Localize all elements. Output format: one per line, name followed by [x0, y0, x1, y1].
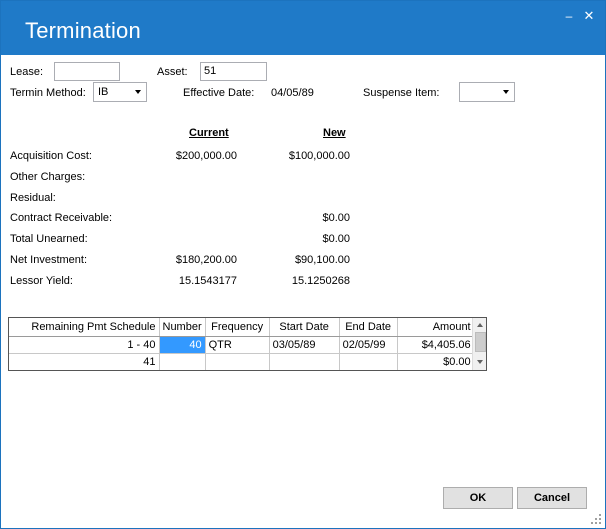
amount-cell[interactable]: $4,405.06	[397, 336, 475, 354]
chevron-down-icon	[135, 90, 141, 94]
number-cell[interactable]: 40	[159, 336, 206, 354]
start-date-cell[interactable]	[269, 353, 340, 370]
column-header-schedule[interactable]: Remaining Pmt Schedule	[9, 318, 160, 337]
payment-schedule-grid[interactable]: Remaining Pmt Schedule Number Frequency …	[8, 317, 487, 371]
number-cell[interactable]	[159, 353, 206, 370]
amount-cell[interactable]: $0.00	[397, 353, 475, 370]
termin-method-value: IB	[98, 86, 109, 98]
termin-method-label: Termin Method:	[10, 87, 86, 99]
effective-date-value: 04/05/89	[271, 87, 314, 99]
lessor-yield-new: 15.1250268	[291, 275, 350, 287]
scroll-up-icon[interactable]	[477, 323, 483, 327]
asset-input[interactable]: 51	[200, 62, 267, 81]
cancel-button[interactable]: Cancel	[517, 487, 587, 509]
acquisition-cost-new: $100,000.00	[288, 150, 350, 162]
column-header-number[interactable]: Number	[159, 318, 206, 337]
net-investment-new: $90,100.00	[294, 254, 350, 266]
frequency-cell[interactable]: QTR	[205, 336, 270, 354]
lessor-yield-current: 15.1543177	[178, 275, 237, 287]
table-row[interactable]: 41 $0.00	[9, 353, 475, 370]
start-date-cell[interactable]: 03/05/89	[269, 336, 340, 354]
suspense-item-label: Suspense Item:	[363, 87, 440, 99]
frequency-cell[interactable]	[205, 353, 270, 370]
effective-date-label: Effective Date:	[183, 87, 255, 99]
table-header-row: Remaining Pmt Schedule Number Frequency …	[9, 318, 475, 337]
end-date-cell[interactable]: 02/05/99	[339, 336, 398, 354]
other-charges-label: Other Charges:	[10, 171, 86, 183]
termination-window: Termination – ✕ Lease: Asset: 51 Termin …	[0, 0, 606, 529]
minimize-icon[interactable]: –	[560, 7, 578, 25]
column-header-end-date[interactable]: End Date	[339, 318, 398, 337]
scroll-thumb[interactable]	[475, 332, 486, 352]
net-investment-label: Net Investment:	[10, 254, 88, 266]
end-date-cell[interactable]	[339, 353, 398, 370]
column-header-frequency[interactable]: Frequency	[205, 318, 270, 337]
resize-grip-icon[interactable]	[591, 514, 603, 526]
lessor-yield-label: Lessor Yield:	[10, 275, 73, 287]
column-header-amount[interactable]: Amount	[397, 318, 475, 337]
suspense-item-select[interactable]	[459, 82, 515, 102]
contract-receivable-label: Contract Receivable:	[10, 212, 113, 224]
new-column-header: New	[323, 127, 346, 139]
close-icon[interactable]: ✕	[580, 7, 598, 25]
residual-label: Residual:	[10, 192, 56, 204]
lease-input[interactable]	[54, 62, 120, 81]
acquisition-cost-label: Acquisition Cost:	[10, 150, 92, 162]
window-title: Termination	[25, 18, 141, 43]
current-column-header: Current	[189, 127, 229, 139]
net-investment-current: $180,200.00	[175, 254, 237, 266]
grid-scrollbar[interactable]	[472, 318, 486, 370]
schedule-cell[interactable]: 41	[9, 353, 160, 370]
asset-label: Asset:	[157, 66, 188, 78]
title-bar: Termination – ✕	[1, 1, 605, 55]
schedule-cell[interactable]: 1 - 40	[9, 336, 160, 354]
ok-button[interactable]: OK	[443, 487, 513, 509]
column-header-start-date[interactable]: Start Date	[269, 318, 340, 337]
acquisition-cost-current: $200,000.00	[175, 150, 237, 162]
payment-schedule-table: Remaining Pmt Schedule Number Frequency …	[9, 318, 475, 370]
scroll-down-icon[interactable]	[477, 360, 483, 364]
contract-receivable-new: $0.00	[322, 212, 350, 224]
total-unearned-label: Total Unearned:	[10, 233, 88, 245]
table-row[interactable]: 1 - 40 40 QTR 03/05/89 02/05/99 $4,405.0…	[9, 336, 475, 354]
lease-label: Lease:	[10, 66, 44, 78]
total-unearned-new: $0.00	[322, 233, 350, 245]
chevron-down-icon	[503, 90, 509, 94]
termin-method-select[interactable]: IB	[93, 82, 147, 102]
